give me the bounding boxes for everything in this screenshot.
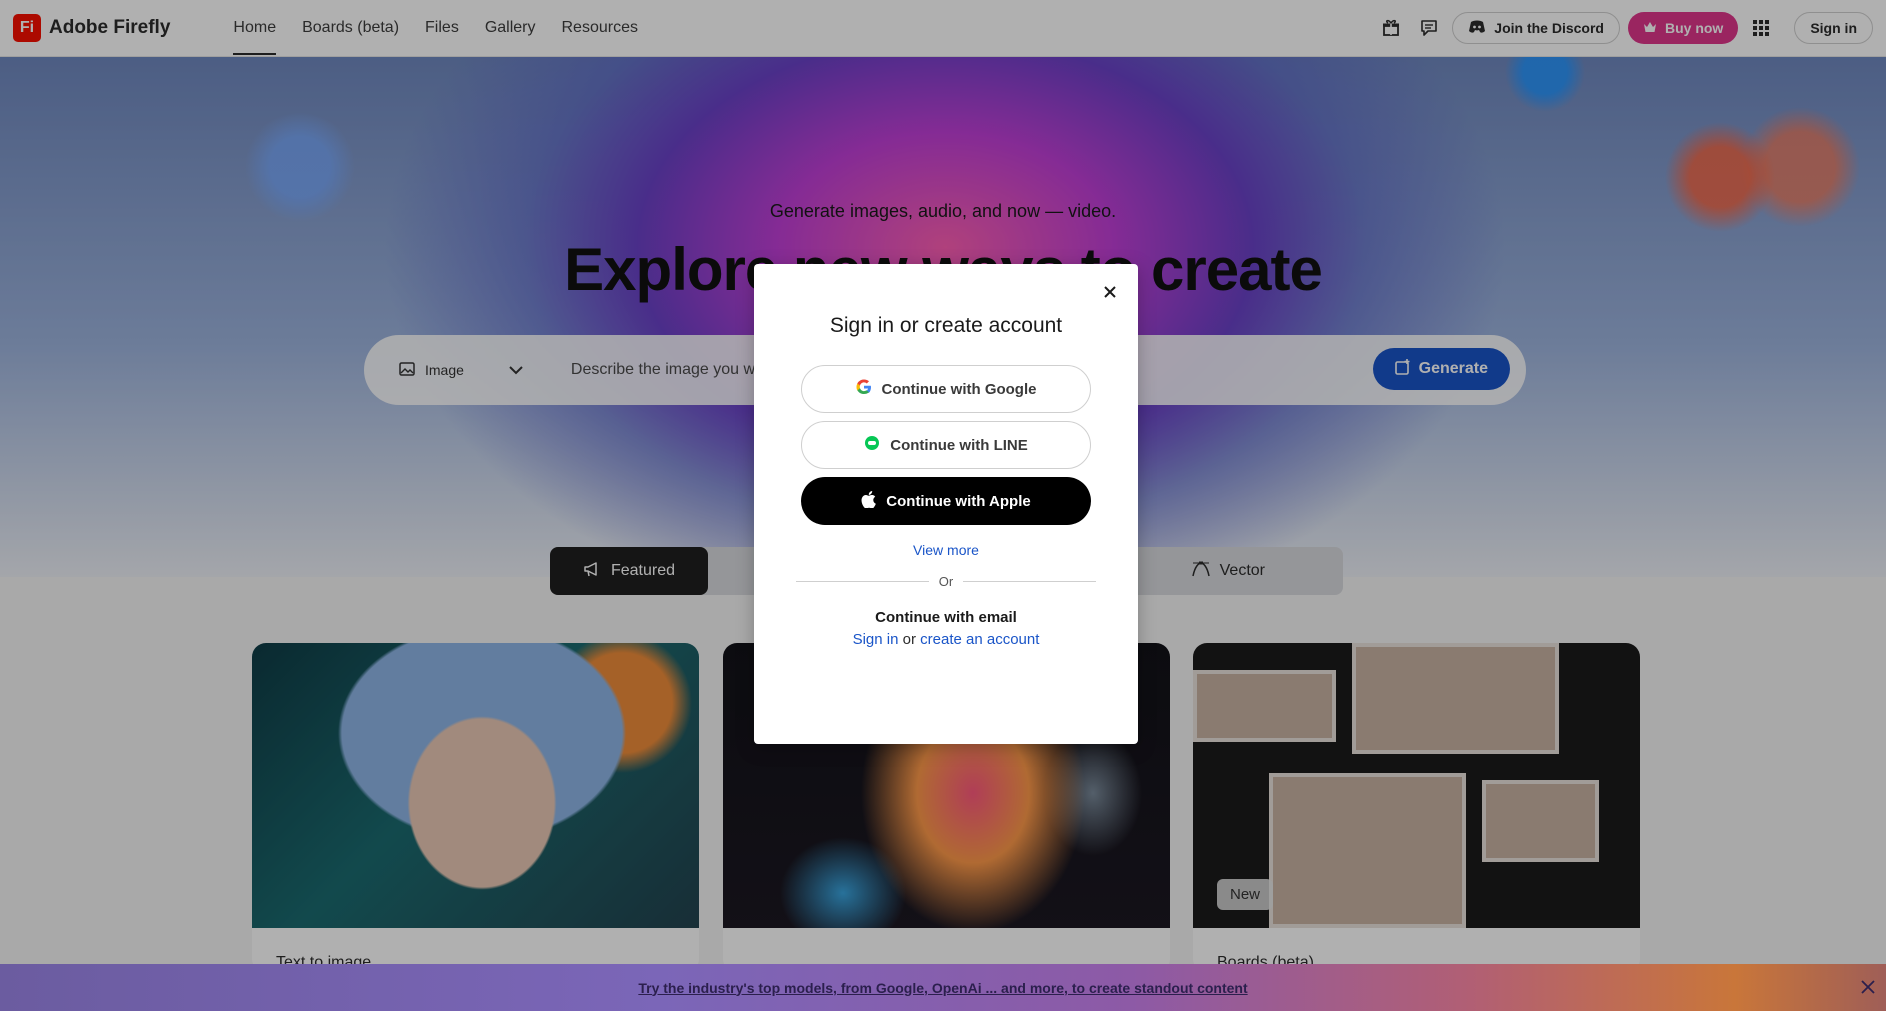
email-sign-in-link[interactable]: Sign in: [853, 631, 899, 648]
email-links: Sign in or create an account: [754, 631, 1138, 648]
create-account-link[interactable]: create an account: [920, 631, 1039, 648]
or-text: or: [902, 631, 916, 648]
line-icon: [864, 435, 880, 455]
continue-with-google-button[interactable]: Continue with Google: [801, 365, 1091, 413]
continue-with-apple-button[interactable]: Continue with Apple: [801, 477, 1091, 525]
google-button-label: Continue with Google: [881, 380, 1037, 398]
or-label: Or: [938, 574, 954, 589]
continue-with-line-button[interactable]: Continue with LINE: [801, 421, 1091, 469]
divider-line: [796, 581, 929, 582]
or-divider: Or: [796, 574, 1097, 589]
divider-line: [963, 581, 1097, 582]
apple-button-label: Continue with Apple: [886, 492, 1031, 510]
close-icon[interactable]: [1100, 282, 1120, 302]
continue-with-email-title: Continue with email: [875, 609, 1017, 626]
google-icon: [856, 379, 872, 399]
apple-icon: [861, 490, 877, 512]
close-icon[interactable]: [1858, 977, 1878, 997]
promo-banner-link[interactable]: Try the industry's top models, from Goog…: [638, 980, 1247, 996]
line-button-label: Continue with LINE: [890, 436, 1028, 454]
view-more-link[interactable]: View more: [754, 542, 1138, 558]
dialog-title: Sign in or create account: [829, 314, 1063, 337]
promo-banner: Try the industry's top models, from Goog…: [0, 964, 1886, 1011]
sign-in-dialog: Sign in or create account Continue with …: [754, 264, 1138, 744]
